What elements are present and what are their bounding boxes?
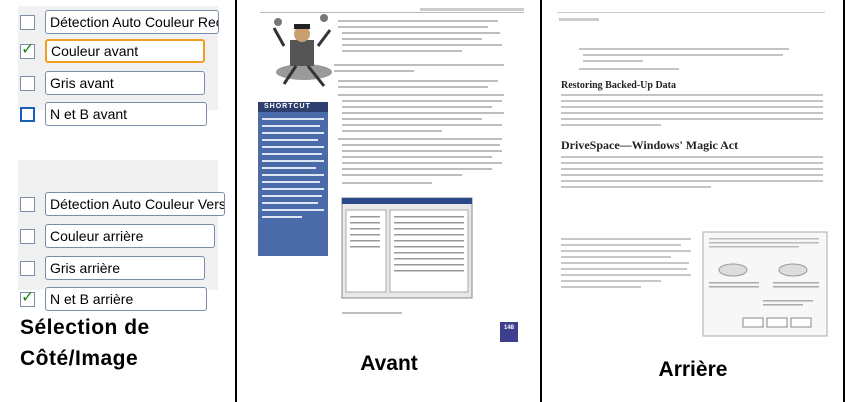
- checkbox[interactable]: [20, 14, 35, 30]
- divider: [235, 0, 237, 402]
- juggler-illustration: [272, 14, 332, 87]
- body-text-lines: [561, 48, 823, 188]
- option-label: Détection Auto Couleur Recto: [45, 10, 219, 34]
- caption-line: Côté/Image: [20, 347, 139, 370]
- option-bw-front[interactable]: N et B avant: [20, 101, 207, 127]
- checkbox[interactable]: [20, 196, 35, 212]
- selection-caption: Sélection de Côté/Image: [20, 312, 150, 374]
- header-text: [420, 8, 524, 11]
- back-heading-2: DriveSpace—Windows' Magic Act: [561, 138, 739, 152]
- option-label: Couleur arrière: [45, 224, 215, 248]
- page-number: 148: [500, 322, 518, 342]
- check-icon: ✓: [21, 38, 35, 58]
- option-label: Détection Auto Couleur Verso: [45, 192, 225, 216]
- side-image-selection-column: Détection Auto Couleur Recto ✓ Couleur a…: [0, 0, 236, 402]
- option-label: Gris arrière: [45, 256, 205, 280]
- option-gray-front[interactable]: Gris avant: [20, 70, 205, 96]
- shortcut-title: SHORTCUT: [264, 103, 311, 110]
- option-label: N et B arrière: [45, 287, 207, 311]
- option-label: Couleur avant: [45, 39, 205, 63]
- checkbox[interactable]: [20, 75, 35, 91]
- option-label: N et B avant: [45, 102, 207, 126]
- front-page-svg: [258, 8, 524, 314]
- back-page-thumbnail: Restoring Backed-Up Data DriveSpace—Wind…: [543, 0, 843, 345]
- divider: [843, 0, 845, 402]
- backup-window-screenshot: [341, 197, 473, 299]
- checkbox[interactable]: [20, 106, 35, 122]
- back-heading-1: Restoring Backed-Up Data: [561, 80, 676, 91]
- header-text: [559, 18, 599, 21]
- checkbox[interactable]: [20, 260, 35, 276]
- lower-text-lines: [561, 238, 691, 288]
- front-page-thumbnail: SHORTCUT 148: [238, 0, 540, 345]
- option-label: Gris avant: [45, 71, 205, 95]
- option-bw-back[interactable]: ✓ N et B arrière: [20, 286, 207, 312]
- back-caption: Arrière: [658, 358, 728, 381]
- option-auto-color-back[interactable]: Détection Auto Couleur Verso: [20, 191, 225, 217]
- option-auto-color-front[interactable]: Détection Auto Couleur Recto: [20, 9, 219, 35]
- divider: [540, 0, 542, 402]
- back-page-svg: [557, 12, 828, 337]
- option-color-back[interactable]: Couleur arrière: [20, 223, 215, 249]
- front-caption: Avant: [360, 352, 418, 375]
- header-rule: [557, 12, 825, 13]
- option-color-front[interactable]: ✓ Couleur avant: [20, 38, 205, 64]
- checkbox-checked[interactable]: ✓: [20, 286, 35, 307]
- caption-line: Sélection de: [20, 316, 150, 339]
- shortcut-text-lines: [262, 118, 324, 218]
- check-icon: ✓: [21, 286, 35, 306]
- option-gray-back[interactable]: Gris arrière: [20, 255, 205, 281]
- drivespace-dialog: [702, 231, 828, 337]
- header-rule: [260, 12, 524, 13]
- comparison-figure: Détection Auto Couleur Recto ✓ Couleur a…: [0, 0, 846, 402]
- checkbox-checked[interactable]: ✓: [20, 38, 35, 59]
- checkbox[interactable]: [20, 228, 35, 244]
